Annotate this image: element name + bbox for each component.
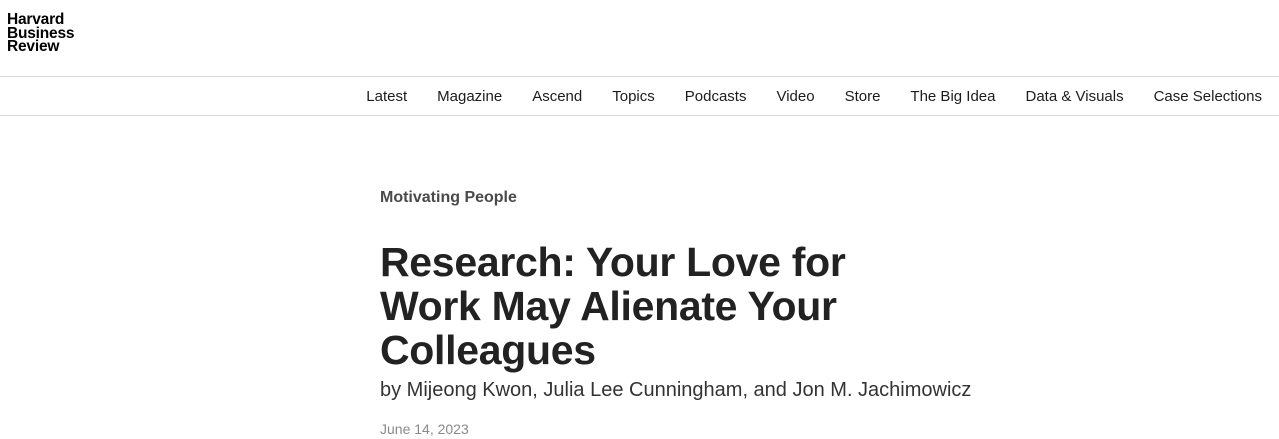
nav-item-video[interactable]: Video (776, 88, 814, 105)
nav-item-ascend[interactable]: Ascend (532, 88, 582, 105)
article-byline: by Mijeong Kwon, Julia Lee Cunningham, a… (380, 379, 972, 401)
hbr-logo[interactable]: Harvard Business Review (7, 12, 75, 55)
article-headline: Research: Your Love for Work May Alienat… (380, 239, 846, 373)
nav-list: Latest Magazine Ascend Topics Podcasts V… (366, 77, 1262, 115)
nav-item-latest[interactable]: Latest (366, 88, 407, 105)
nav-item-topics[interactable]: Topics (612, 88, 655, 105)
nav-item-store[interactable]: Store (845, 88, 881, 105)
main-nav: Latest Magazine Ascend Topics Podcasts V… (0, 76, 1279, 116)
nav-item-case-selections[interactable]: Case Selections (1154, 88, 1262, 105)
nav-item-podcasts[interactable]: Podcasts (685, 88, 747, 105)
nav-item-data-visuals[interactable]: Data & Visuals (1025, 88, 1123, 105)
logo-line-3: Review (7, 38, 60, 55)
publish-date: June 14, 2023 (380, 421, 469, 437)
nav-item-magazine[interactable]: Magazine (437, 88, 502, 105)
nav-item-big-idea[interactable]: The Big Idea (910, 88, 995, 105)
topic-link[interactable]: Motivating People (380, 189, 517, 207)
